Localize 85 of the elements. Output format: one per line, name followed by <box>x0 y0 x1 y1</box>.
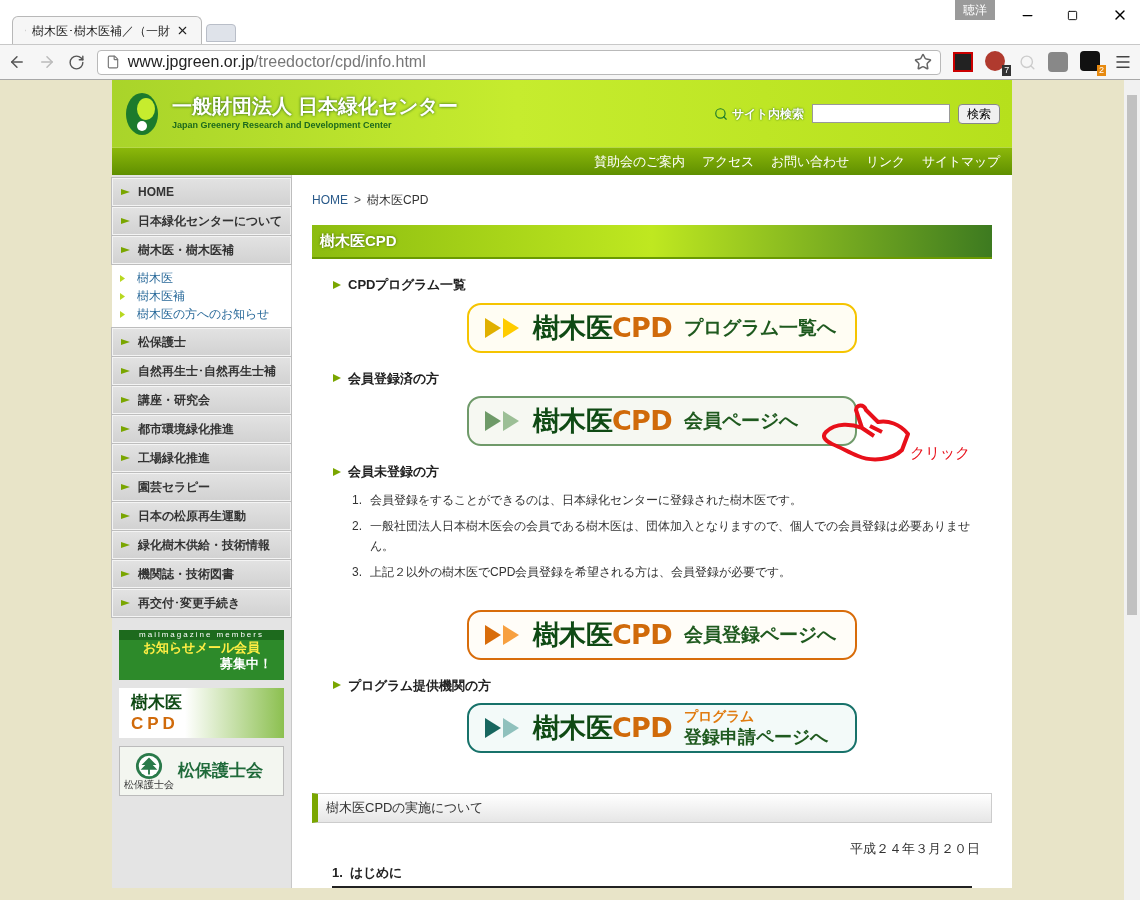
bullet-icon <box>332 680 342 691</box>
list-text: 上記２以外の樹木医でCPD会員登録を希望される方は、会員登録が必要です。 <box>370 563 792 581</box>
list-number: 2. <box>352 517 362 535</box>
section-heading: 会員登録済の方 <box>348 369 439 388</box>
double-arrow-icon <box>485 315 521 340</box>
sidebar-item[interactable]: 講座・研究会 <box>112 386 291 414</box>
arrow-icon <box>121 484 130 490</box>
search-icon <box>714 106 728 121</box>
double-arrow-icon <box>485 622 521 647</box>
breadcrumb-link[interactable]: HOME <box>312 191 348 209</box>
arrow-icon <box>121 455 130 461</box>
pine-tree-emblem-icon <box>135 752 163 780</box>
section-heading: CPDプログラム一覧 <box>348 276 467 294</box>
sidebar-item[interactable]: 日本の松原再生運動 <box>112 502 291 530</box>
maximize-icon[interactable] <box>1067 10 1078 21</box>
click-annotation: クリック <box>910 442 970 463</box>
close-tab-icon[interactable] <box>176 24 189 37</box>
sidebar-item[interactable]: 緑化樹木供給・技術情報 <box>112 531 291 559</box>
arrow-icon <box>121 189 130 195</box>
sidebar-item[interactable]: 工場緑化推進 <box>112 444 291 472</box>
extension-badge: 2 <box>1097 64 1107 76</box>
breadcrumb-current: 樹木医CPD <box>367 192 429 209</box>
arrow-icon <box>121 542 130 548</box>
arrow-icon <box>121 426 130 432</box>
arrow-icon <box>120 310 125 318</box>
notice-heading-bar: 樹木医CPDの実施について <box>312 793 992 823</box>
section-heading: プログラム提供機関の方 <box>348 676 491 695</box>
extension-badge: 7 <box>1002 64 1012 76</box>
arrow-icon <box>121 397 130 403</box>
sidebar-item[interactable]: 日本緑化センターについて <box>112 207 291 235</box>
arrow-icon <box>121 600 130 606</box>
scrollbar[interactable] <box>1124 80 1140 900</box>
arrow-icon <box>121 571 130 577</box>
list-text: 一般社団法人日本樹木医会の会員である樹木医は、団体加入となりますので、個人での会員登録は必要ありません。 <box>370 517 971 555</box>
reload-icon[interactable] <box>67 53 85 71</box>
arrow-icon <box>120 292 125 300</box>
sidebar-item[interactable]: 都市環境緑化推進 <box>112 415 291 443</box>
breadcrumb-separator: > <box>354 192 361 209</box>
back-icon[interactable] <box>8 53 26 71</box>
cpd-link-banner[interactable]: 樹木医CPD プログラム一覧へ <box>467 302 857 353</box>
sidebar-item[interactable]: 機関誌・技術図書 <box>112 560 291 588</box>
menu-icon[interactable] <box>1114 53 1132 71</box>
list-number: 3. <box>352 563 362 581</box>
search-label: サイト内検索 <box>732 105 804 123</box>
page-title-bar: 樹木医CPD <box>312 225 992 259</box>
sidebar-item[interactable]: 松保護士 <box>112 328 291 356</box>
arrow-icon <box>121 247 130 253</box>
double-arrow-icon <box>485 716 521 740</box>
sidebar-subitem[interactable]: 樹木医補 <box>112 287 291 305</box>
cpd-link-banner[interactable]: 樹木医CPD 会員ページへ <box>467 396 857 446</box>
address-field[interactable]: www.jpgreen.or.jp/treedoctor/cpd/info.html <box>96 49 942 75</box>
arrow-icon <box>121 513 130 519</box>
sidebar-subitem[interactable]: 樹木医 <box>112 269 291 287</box>
browser-tab[interactable]: 樹木医･樹木医補／（一財 <box>12 16 202 44</box>
sidebar-item[interactable]: 樹木医・樹木医補 <box>112 236 291 264</box>
sidebar-item[interactable]: 自然再生士･自然再生士補 <box>112 357 291 385</box>
bullet-icon <box>332 466 342 477</box>
notice-subheading: 1. はじめに <box>332 862 972 888</box>
bullet-icon <box>332 279 342 290</box>
search-button[interactable]: 検索 <box>958 103 1000 124</box>
mail-magazine-banner[interactable]: mailmagazine members お知らせメール会員 募集中！ <box>119 630 284 680</box>
arrow-icon <box>121 368 130 374</box>
cpd-banner[interactable]: 樹木医 CPD <box>119 688 284 738</box>
logo-icon <box>124 90 160 137</box>
emblem-caption: 松保護士会 <box>124 780 174 790</box>
org-name-english: Japan Greenery Research and Development Center <box>172 119 393 133</box>
list-number: 1. <box>352 491 362 509</box>
bullet-icon <box>332 373 342 384</box>
arrow-icon <box>121 339 130 345</box>
cpd-link-banner[interactable]: 樹木医CPD 会員登録ページへ <box>467 609 857 660</box>
arrow-icon <box>121 218 130 224</box>
sidebar-item[interactable]: HOME <box>112 178 291 206</box>
arrow-icon <box>120 274 125 282</box>
list-text: 会員登録をすることができるのは、日本緑化センターに登録された樹木医です。 <box>370 491 802 509</box>
bookmark-star-icon[interactable] <box>914 53 933 71</box>
section-heading: 会員未登録の方 <box>348 463 439 481</box>
org-name: 一般財団法人 日本緑化センター <box>172 94 458 120</box>
search-field[interactable] <box>812 104 950 123</box>
url-text: www.jpgreen.or.jp/treedoctor/cpd/info.html <box>127 52 426 72</box>
sidebar-subitem[interactable]: 樹木医の方へのお知らせ <box>112 305 291 323</box>
sidebar-item[interactable]: 園芸セラピー <box>112 473 291 501</box>
society-banner[interactable]: 松保護士会 松保護士会 <box>119 746 284 796</box>
double-arrow-icon <box>485 409 521 433</box>
notice-date: 平成２４年３月２０日 <box>850 840 981 858</box>
sidebar-item[interactable]: 再交付･変更手続き <box>112 589 291 617</box>
